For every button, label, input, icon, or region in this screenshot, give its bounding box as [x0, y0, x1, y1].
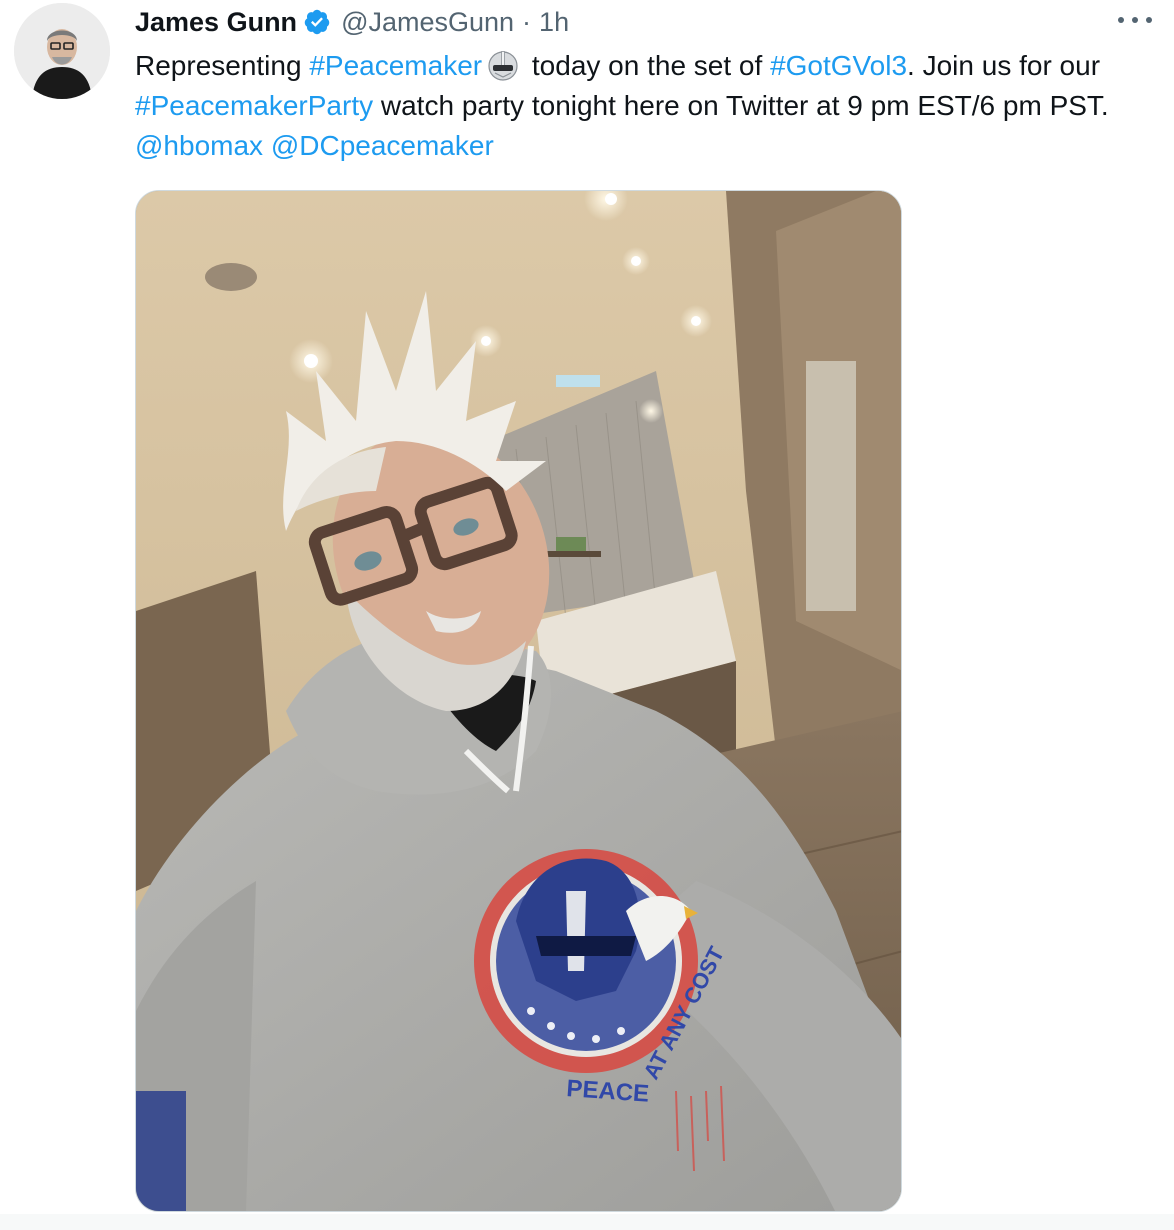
tweet-timestamp[interactable]: 1h — [539, 7, 569, 38]
author-display-name[interactable]: James Gunn — [135, 7, 297, 38]
sweatshirt-text-left: PEACE — [566, 1075, 650, 1108]
selfie-photo: PEACE AT ANY COST — [136, 191, 901, 1211]
peacemaker-helmet-icon — [486, 49, 520, 81]
text-plain — [263, 130, 271, 161]
divider — [0, 1214, 1174, 1230]
text-plain: watch party tonight here on Twitter at 9… — [373, 90, 1109, 121]
author-handle[interactable]: @JamesGunn — [341, 7, 514, 38]
tweet-text: Representing #Peacemaker today on the se… — [135, 46, 1145, 166]
tweet[interactable]: James Gunn @JamesGunn · 1h Representing … — [0, 0, 1174, 1230]
tweet-header: James Gunn @JamesGunn · 1h — [135, 4, 569, 40]
separator-dot: · — [522, 6, 532, 37]
text-plain: today on the set of — [524, 50, 771, 81]
text-plain: . Join us for our — [907, 50, 1101, 81]
hashtag-link-gotgvol3[interactable]: #GotGVol3 — [770, 50, 907, 81]
mention-link-hbomax[interactable]: @hbomax — [135, 130, 263, 161]
avatar[interactable] — [14, 3, 110, 99]
more-options-icon[interactable] — [1118, 10, 1152, 30]
hashtag-link-peacemaker[interactable]: #Peacemaker — [309, 50, 482, 81]
tweet-photo[interactable]: PEACE AT ANY COST — [135, 190, 902, 1212]
verified-badge-icon — [303, 8, 331, 36]
avatar-image — [14, 3, 110, 99]
mention-link-dcpeacemaker[interactable]: @DCpeacemaker — [271, 130, 494, 161]
text-plain: Representing — [135, 50, 310, 81]
hashtag-link-peacemakerparty[interactable]: #PeacemakerParty — [135, 90, 373, 121]
